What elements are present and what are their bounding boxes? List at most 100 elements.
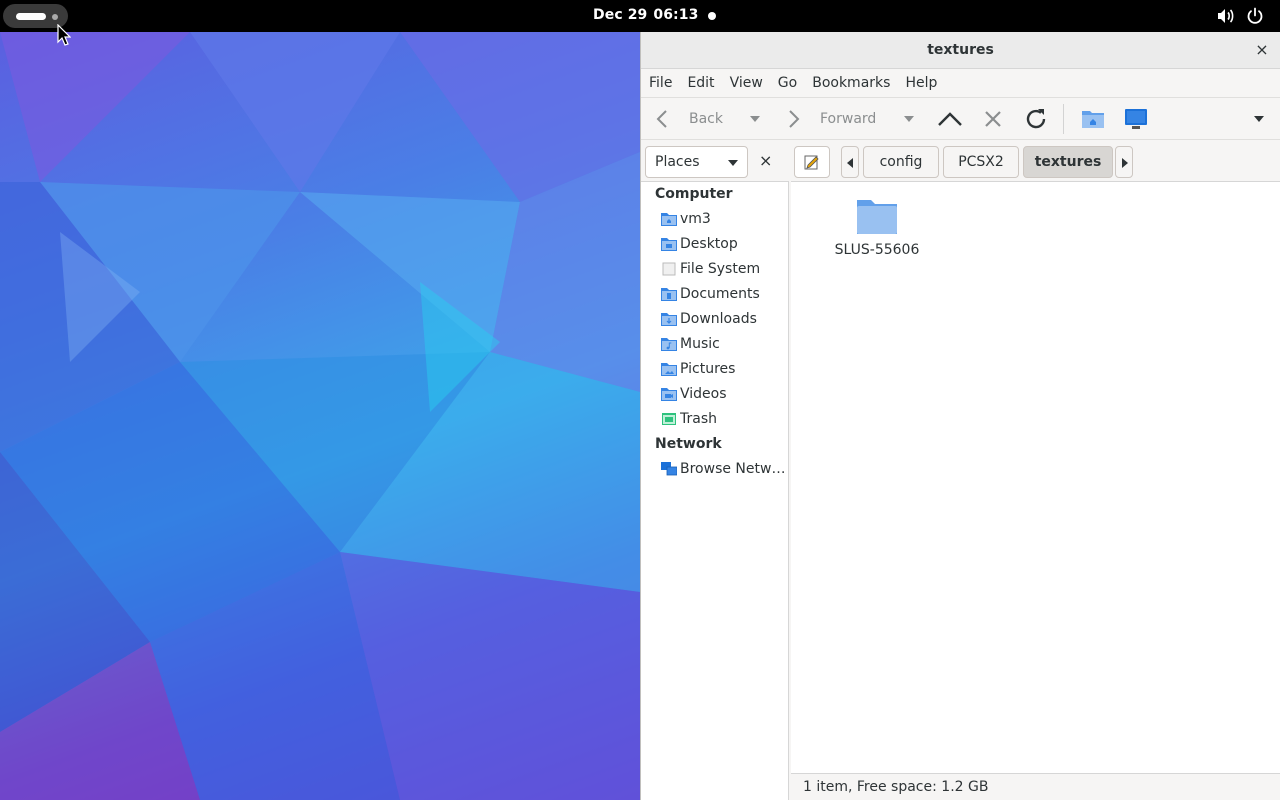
edit-location-button[interactable] [794,146,830,178]
volume-icon[interactable] [1216,8,1236,24]
menu-bookmarks[interactable]: Bookmarks [812,75,890,91]
breadcrumb-config[interactable]: config [863,146,939,178]
menu-go[interactable]: Go [778,75,797,91]
videos-folder-icon [661,388,677,401]
computer-monitor-icon [1125,109,1147,129]
forward-arrow-icon [789,110,800,128]
window-title: textures [927,42,994,58]
forward-label: Forward [820,111,877,127]
folder-name: SLUS-55606 [834,242,920,258]
edit-pencil-icon [804,155,819,170]
desktop-wallpaper [0,32,640,800]
forward-button[interactable]: Forward [787,98,876,140]
sidebar-item-label: Documents [680,286,760,302]
sidebar-item-label: Music [680,336,720,352]
sidebar-item-documents[interactable]: Documents [661,283,787,305]
power-icon[interactable] [1246,7,1264,25]
clock-date: Dec 29 [593,7,648,23]
sidebar-item-downloads[interactable]: Downloads [661,308,787,330]
home-folder-icon [1082,111,1104,128]
stop-x-icon [985,111,1001,127]
workspace-indicator-active [16,13,46,20]
chevron-down-icon [1254,116,1264,122]
up-button[interactable] [937,98,963,140]
pictures-folder-icon [661,363,677,376]
menu-help[interactable]: Help [905,75,937,91]
sidebar-item-label: Downloads [680,311,757,327]
folder-item[interactable]: SLUS-55606 [831,194,923,258]
sidebar-item-file-system[interactable]: File System [661,258,787,280]
location-bar: Places × config PCSX2 textures [641,140,1280,184]
file-view[interactable]: SLUS-55606 [791,181,1280,773]
reload-icon [1026,109,1046,129]
sidebar-item-music[interactable]: Music [661,333,787,355]
back-arrow-icon [656,110,667,128]
chevron-up-icon [938,112,962,126]
sidebar-item-pictures[interactable]: Pictures [661,358,787,380]
toolbar: Back Forward [641,98,1280,140]
menu-view[interactable]: View [730,75,763,91]
toolbar-overflow-menu[interactable] [1253,98,1265,140]
sidebar-mode-label: Places [655,154,700,170]
sidebar-mode-select[interactable]: Places [645,146,748,178]
back-history-dropdown[interactable] [749,98,761,140]
sidebar-heading-computer: Computer [655,186,733,202]
toolbar-separator [1063,104,1064,134]
sidebar-heading-network: Network [655,436,722,452]
desktop-folder-icon [661,238,677,251]
window-close-button[interactable]: × [1254,42,1270,58]
chevron-down-icon [904,116,914,122]
clock-time: 06:13 [653,7,699,23]
reload-button[interactable] [1023,98,1049,140]
wallpaper-pattern [0,32,640,800]
network-icon [661,462,677,476]
top-bar: Dec 29 06:13 [0,0,1280,32]
menu-file[interactable]: File [649,75,672,91]
file-manager-window: textures × File Edit View Go Bookmarks H… [640,32,1280,800]
sidebar-item-label: Pictures [680,361,736,377]
mouse-pointer-icon [57,24,71,46]
sidebar-item-label: vm3 [680,211,711,227]
back-label: Back [689,111,723,127]
home-button[interactable] [1081,98,1105,140]
chevron-down-icon [750,116,760,122]
chevron-left-icon [847,158,853,168]
sidebar-item-vm3[interactable]: vm3 [661,208,787,230]
downloads-folder-icon [661,313,677,326]
sidebar-item-trash[interactable]: Trash [661,408,787,430]
clock[interactable]: Dec 29 06:13 [593,7,698,23]
close-sidebar-button[interactable]: × [759,151,772,170]
stop-button[interactable] [983,98,1003,140]
sidebar-item-label: Trash [680,411,717,427]
breadcrumb-textures[interactable]: textures [1023,146,1113,178]
back-button[interactable]: Back [655,98,723,140]
sidebar-item-label: Videos [680,386,727,402]
sidebar-item-videos[interactable]: Videos [661,383,787,405]
sidebar-item-browse-network[interactable]: Browse Netw… [661,458,787,480]
status-text: 1 item, Free space: 1.2 GB [803,779,989,795]
places-sidebar: Computer vm3 Desktop File System Documen… [641,181,789,800]
forward-history-dropdown[interactable] [903,98,915,140]
breadcrumb-scroll-left[interactable] [841,146,859,178]
music-folder-icon [661,338,677,351]
breadcrumb-scroll-right[interactable] [1115,146,1133,178]
breadcrumb-pcsx2[interactable]: PCSX2 [943,146,1019,178]
title-bar[interactable]: textures × [641,32,1280,69]
chevron-down-icon [728,160,738,166]
menu-edit[interactable]: Edit [687,75,714,91]
folder-icon [857,200,897,234]
status-bar: 1 item, Free space: 1.2 GB [791,773,1280,800]
sidebar-item-label: File System [680,261,761,277]
sidebar-item-desktop[interactable]: Desktop [661,233,787,255]
sidebar-item-label: Desktop [680,236,738,252]
notification-dot-icon [708,12,716,20]
trash-icon [662,413,676,425]
documents-folder-icon [661,288,677,301]
home-folder-icon [661,213,677,226]
sidebar-item-label: Browse Netw… [680,461,786,477]
chevron-right-icon [1122,158,1128,168]
drive-icon [662,262,676,276]
menu-bar: File Edit View Go Bookmarks Help [641,69,1280,98]
computer-button[interactable] [1123,98,1149,140]
workspace-indicator-dot [52,14,58,20]
